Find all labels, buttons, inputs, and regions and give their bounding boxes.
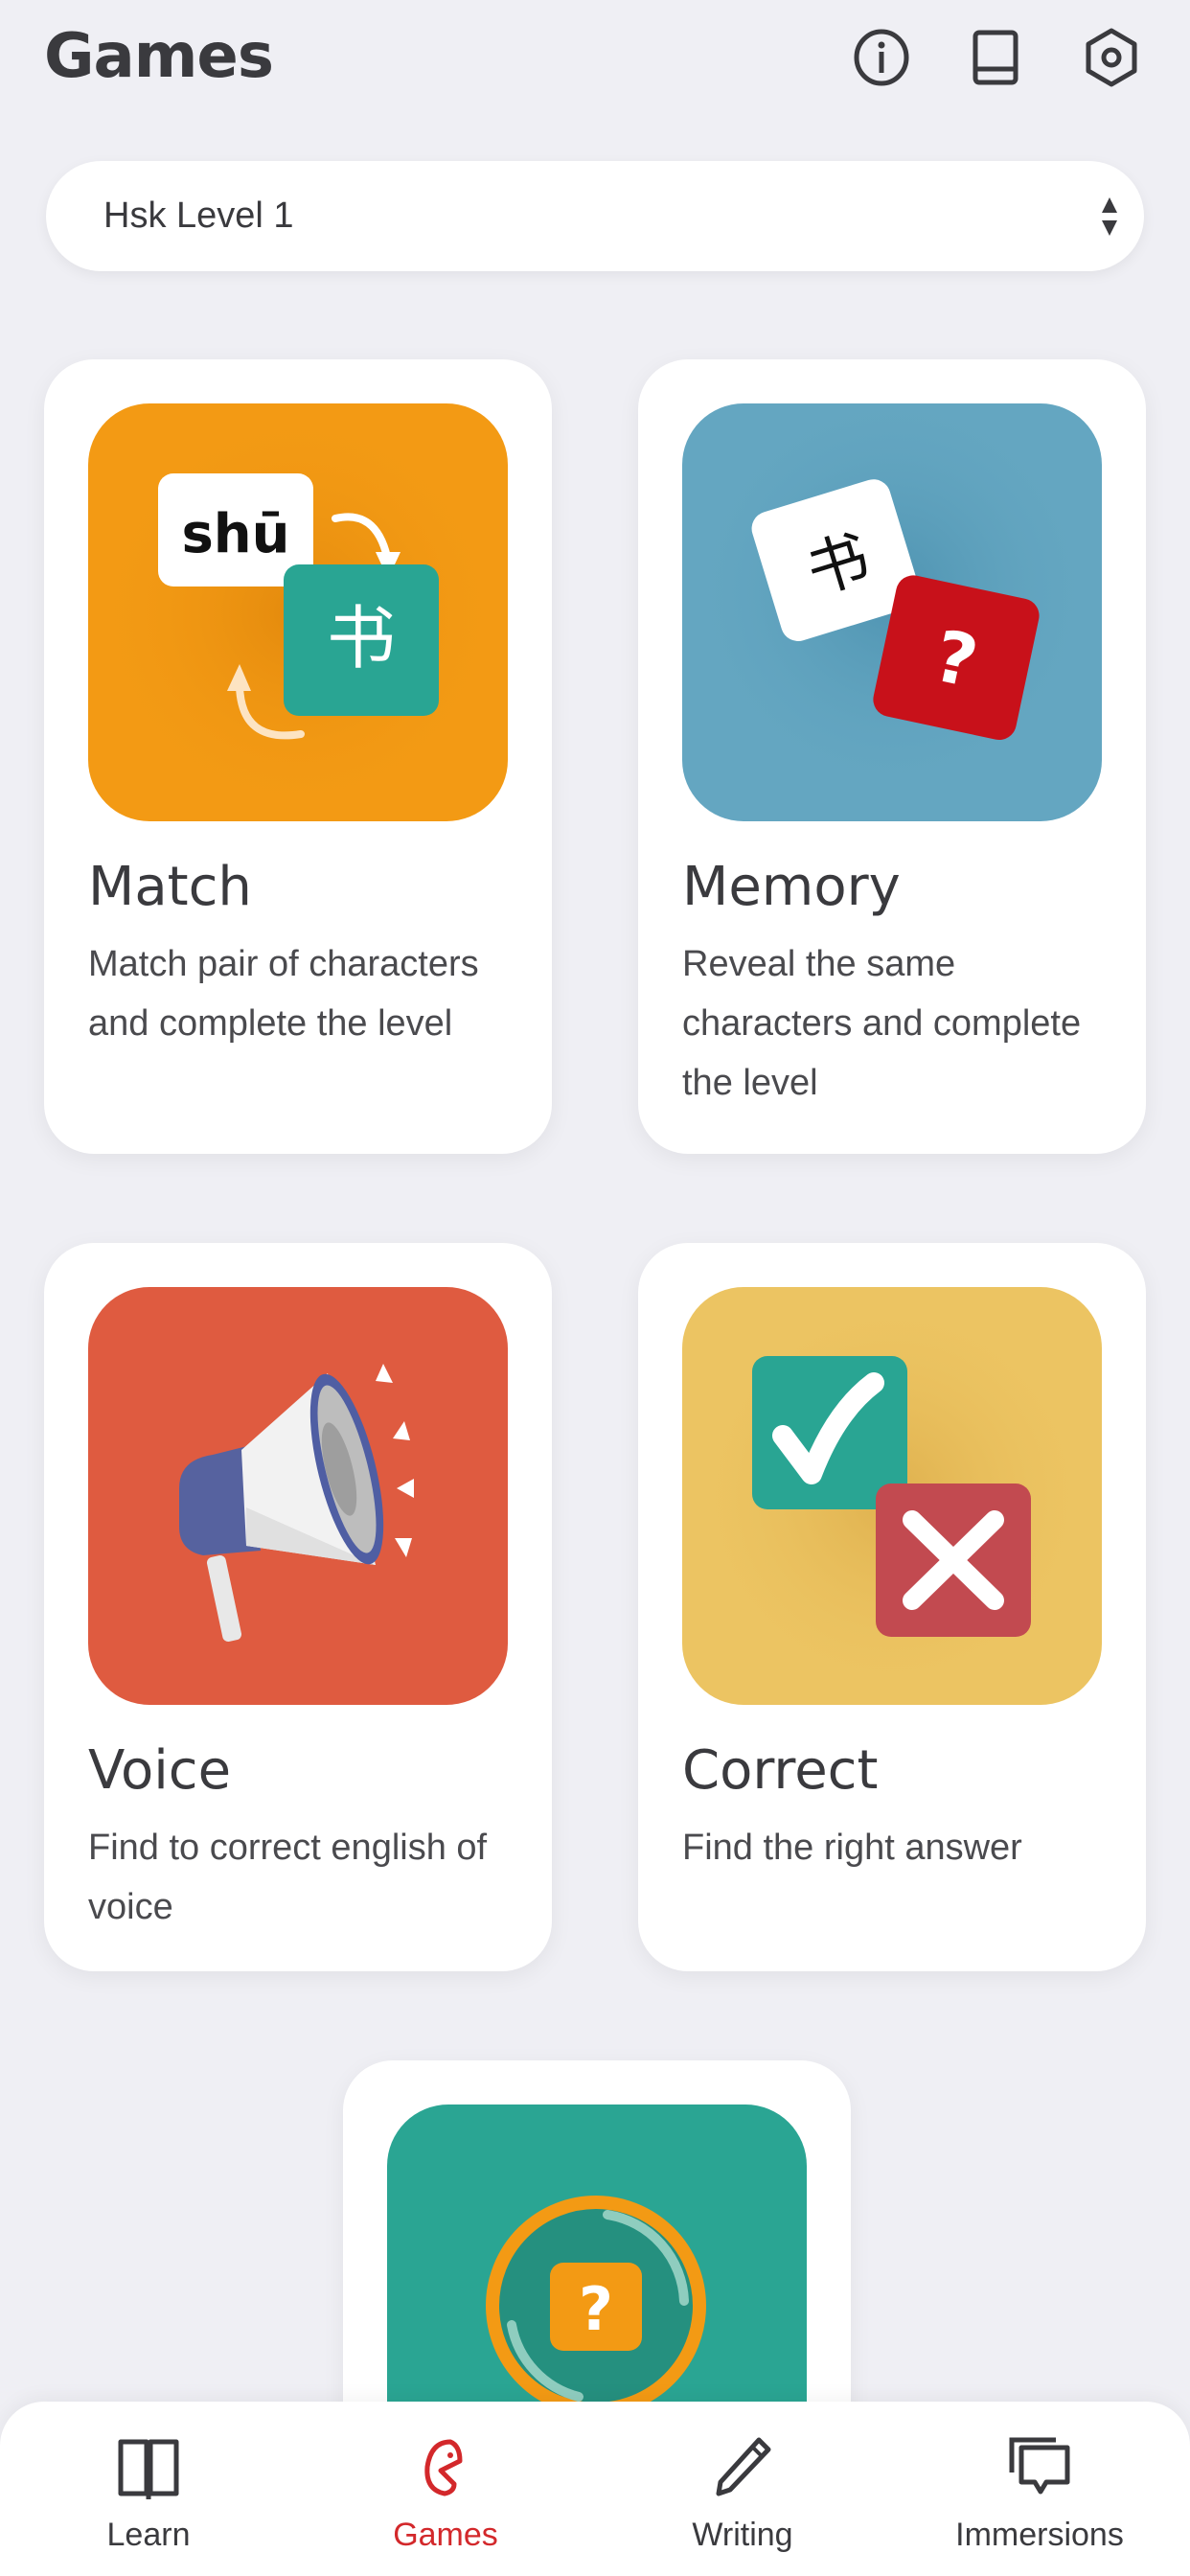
level-select[interactable]: Hsk Level 1	[46, 161, 1144, 271]
game-description: Find the right answer	[682, 1828, 1022, 1868]
game-title: Correct	[682, 1739, 879, 1802]
nav-games[interactable]: Games	[297, 2402, 594, 2576]
pinyin-text: shū	[181, 503, 289, 565]
bottom-nav: Learn Games Writing Immersions	[0, 2402, 1190, 2576]
game-card-memory[interactable]: 书 ? Memory Reveal the same characters an…	[638, 359, 1146, 1154]
game-card-voice[interactable]: Voice Find to correct english of voice	[44, 1243, 552, 1971]
game-card-match[interactable]: shū 书 Match Match pair of characters and…	[44, 359, 552, 1154]
nav-label: Writing	[692, 2517, 793, 2553]
game-title: Voice	[88, 1739, 232, 1802]
nav-label: Learn	[106, 2517, 191, 2553]
info-button[interactable]	[851, 27, 912, 88]
book-icon	[973, 30, 1018, 85]
chat-icon	[1009, 2437, 1070, 2495]
match-illustration: shū 书	[88, 403, 508, 821]
nav-writing[interactable]: Writing	[594, 2402, 891, 2576]
settings-button[interactable]	[1081, 27, 1142, 88]
nav-learn[interactable]: Learn	[0, 2402, 297, 2576]
settings-icon	[1086, 28, 1137, 87]
game-description: Match pair of characters and complete th…	[88, 944, 479, 1044]
game-title: Memory	[682, 856, 901, 918]
nav-label: Games	[393, 2517, 498, 2553]
select-arrows-icon	[1102, 197, 1117, 236]
check-cross-illustration	[682, 1287, 1102, 1705]
game-description: Reveal the same characters and complete …	[682, 944, 1082, 1103]
pencil-icon	[716, 2437, 771, 2496]
header: Games	[0, 0, 1190, 125]
megaphone-illustration	[88, 1287, 508, 1705]
memory-illustration: 书 ?	[682, 403, 1102, 821]
nav-label: Immersions	[955, 2517, 1124, 2553]
nav-immersions[interactable]: Immersions	[891, 2402, 1188, 2576]
game-description: Find to correct english of voice	[88, 1828, 488, 1927]
game-card-correct[interactable]: Correct Find the right answer	[638, 1243, 1146, 1971]
hanzi-text: 书	[327, 598, 396, 678]
book-open-icon	[118, 2439, 179, 2499]
game-title: Match	[88, 856, 252, 918]
find-question: ?	[579, 2274, 613, 2344]
games-icon	[424, 2439, 463, 2496]
page-title: Games	[44, 21, 274, 92]
dictionary-button[interactable]	[966, 27, 1027, 88]
level-select-value: Hsk Level 1	[103, 196, 294, 236]
info-icon	[854, 29, 909, 86]
